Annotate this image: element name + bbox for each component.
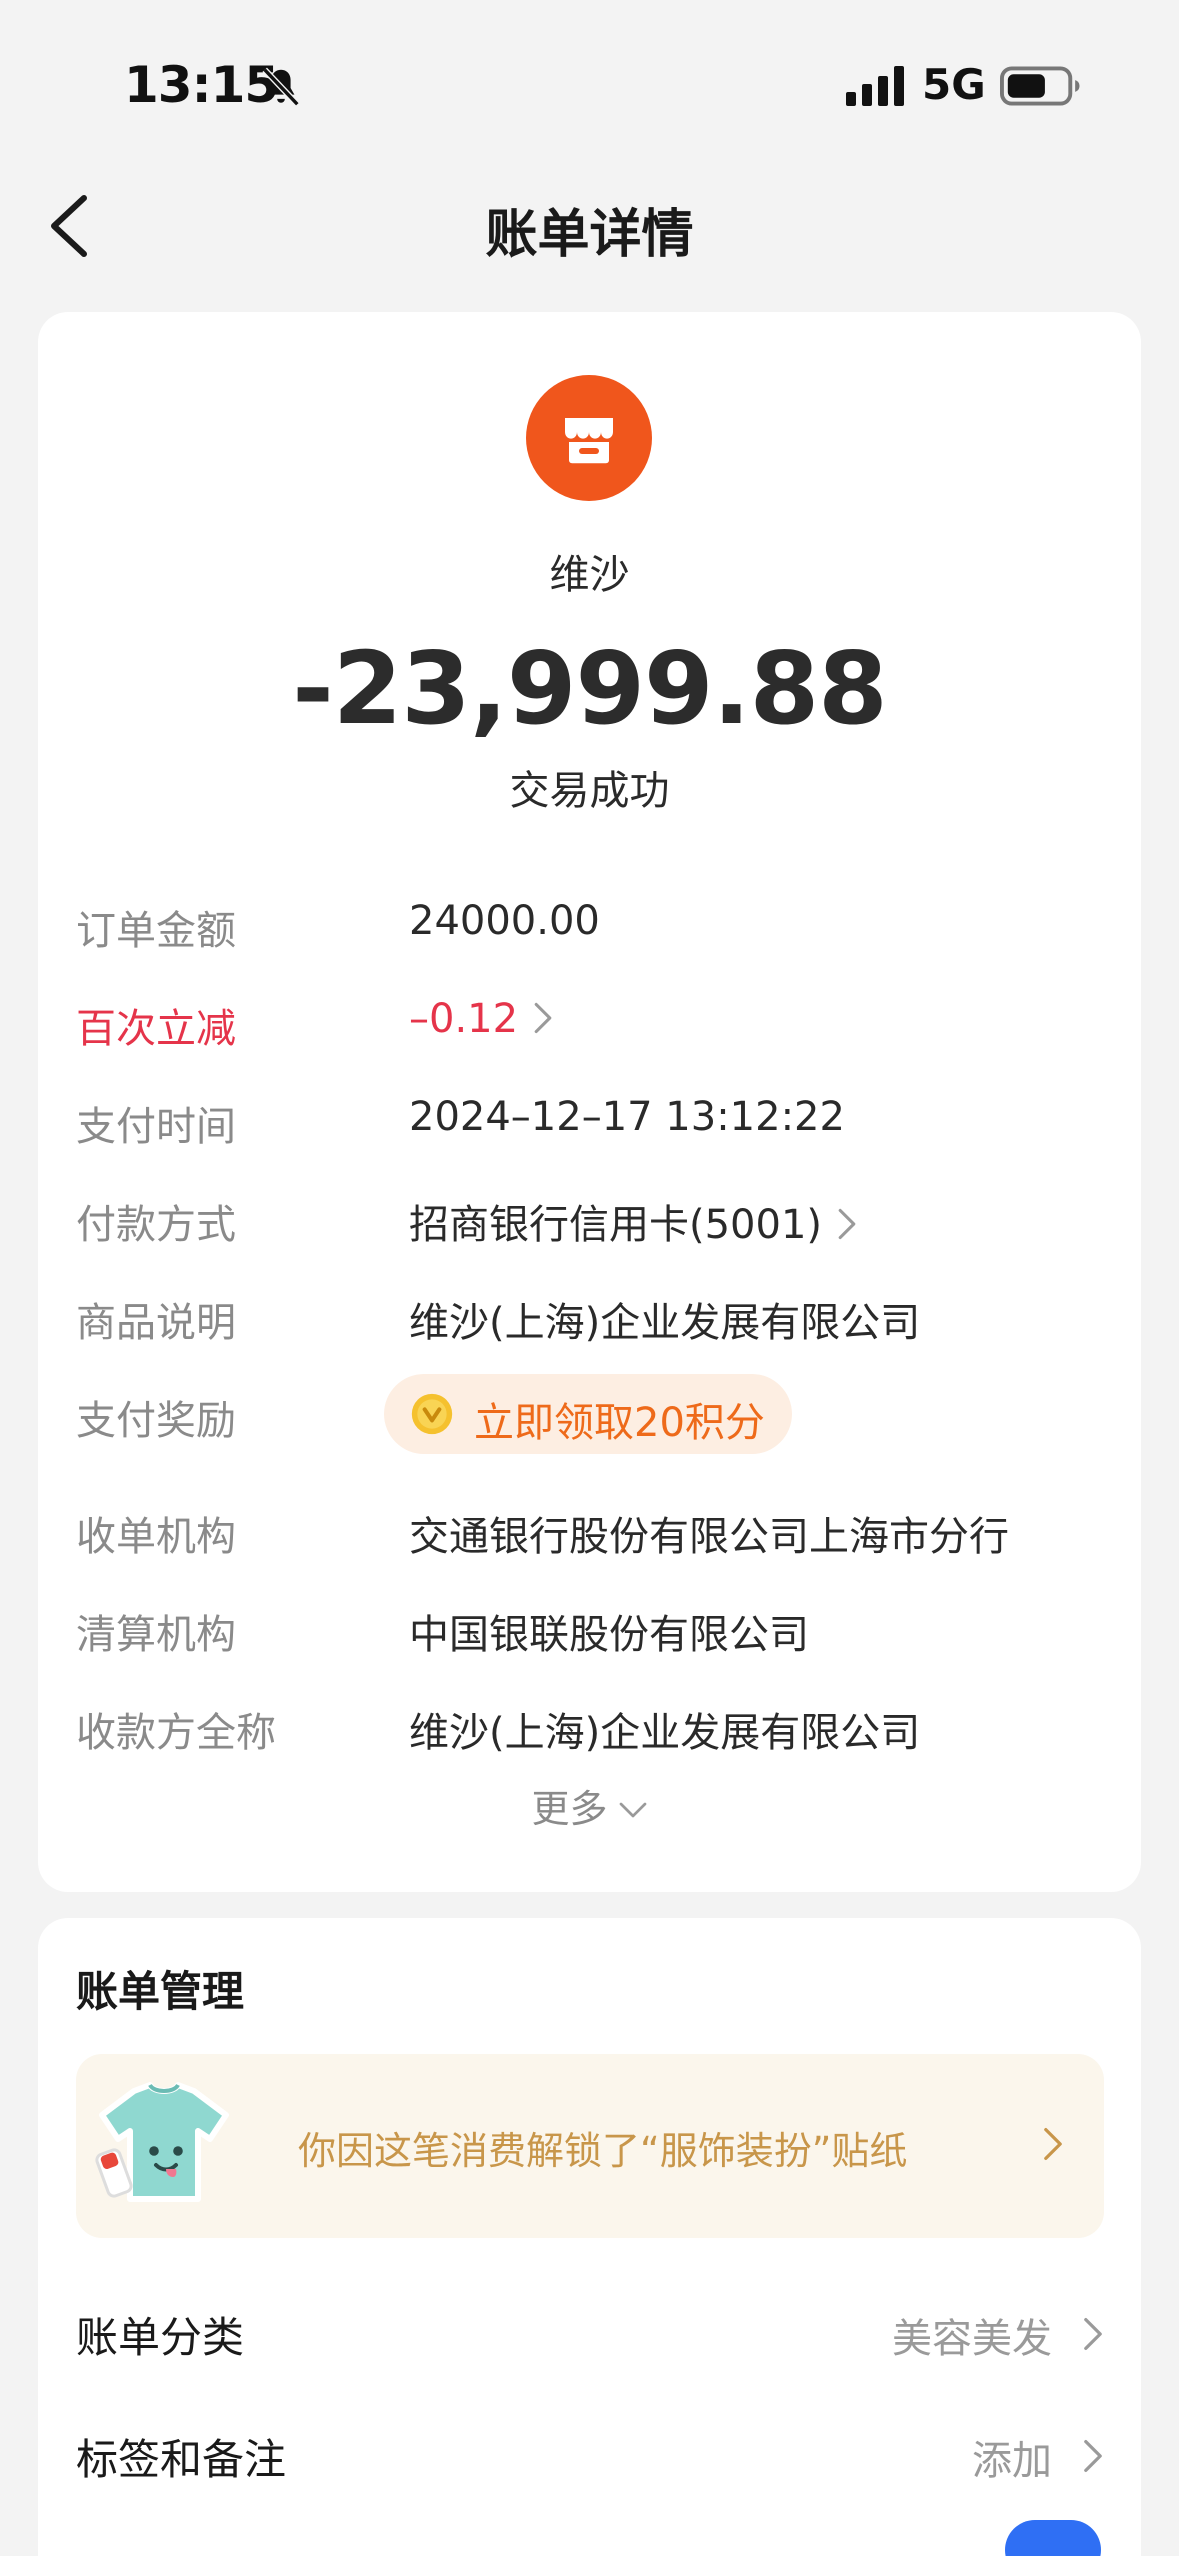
row-value: 2024–12–17 13:12:22	[409, 1094, 845, 1140]
row-label: 百次立减	[76, 1006, 236, 1052]
signal-icon	[846, 66, 904, 106]
row-reward: 支付奖励 立即领取20积分	[76, 1374, 1106, 1454]
toggle-switch[interactable]	[1005, 2520, 1101, 2556]
row-label: 商品说明	[76, 1300, 236, 1346]
row-discount[interactable]: 百次立减 –0.12	[76, 996, 1106, 1056]
bill-management-card: 账单管理 你因这笔消费解锁了“服饰装扮”贴纸 账单分类 美容美发 标签和备注 添…	[38, 1918, 1141, 2556]
category-value: 美容美发	[892, 2316, 1052, 2362]
row-tags-notes[interactable]: 标签和备注 添加	[76, 2418, 1104, 2488]
pay-method-value: 招商银行信用卡(5001)	[409, 1202, 823, 1248]
tshirt-sticker-icon	[95, 2082, 229, 2202]
row-value: 24000.00	[409, 898, 600, 944]
status-time: 13:15	[124, 56, 279, 114]
row-label: 收款方全称	[76, 1710, 276, 1756]
row-value: 维沙(上海)企业发展有限公司	[409, 1300, 921, 1346]
transaction-status: 交易成功	[509, 768, 670, 814]
row-pay-time: 支付时间 2024–12–17 13:12:22	[76, 1094, 1106, 1154]
reward-text: 立即领取20积分	[474, 1400, 765, 1446]
row-item-description: 商品说明 维沙(上海)企业发展有限公司	[76, 1290, 1106, 1350]
row-label: 付款方式	[76, 1202, 236, 1248]
bell-off-icon	[262, 67, 300, 107]
row-pay-method[interactable]: 付款方式 招商银行信用卡(5001)	[76, 1192, 1106, 1252]
row-acquirer: 收单机构 交通银行股份有限公司上海市分行	[76, 1504, 1106, 1564]
section-title: 账单管理	[76, 1967, 245, 2016]
battery-icon	[1000, 66, 1080, 106]
merchant-name: 维沙	[549, 552, 630, 598]
bill-detail-card: 维沙 -23,999.88 交易成功 订单金额 24000.00 百次立减 –0…	[38, 312, 1141, 1892]
row-value-wrap[interactable]: –0.12	[409, 996, 554, 1042]
row-payee: 收款方全称 维沙(上海)企业发展有限公司	[76, 1700, 1106, 1760]
row-value: 维沙(上海)企业发展有限公司	[409, 1710, 921, 1756]
row-value: 交通银行股份有限公司上海市分行	[409, 1514, 1009, 1560]
tags-label: 标签和备注	[76, 2435, 287, 2484]
discount-value: –0.12	[409, 996, 519, 1042]
tags-value: 添加	[972, 2438, 1052, 2484]
row-value: 中国银联股份有限公司	[409, 1612, 809, 1658]
row-value-wrap[interactable]: 招商银行信用卡(5001)	[409, 1192, 858, 1250]
chevron-right-icon	[1044, 2127, 1062, 2161]
chevron-right-icon	[1084, 2439, 1102, 2473]
row-label: 清算机构	[76, 1612, 236, 1658]
nav-bar: 账单详情	[0, 170, 1179, 285]
chevron-down-icon	[619, 1802, 646, 1818]
network-label: 5G	[922, 60, 986, 109]
row-order-amount: 订单金额 24000.00	[76, 898, 1106, 958]
row-label: 支付时间	[76, 1104, 236, 1150]
status-bar: 13:15 5G	[0, 0, 1179, 150]
page-title: 账单详情	[485, 205, 694, 265]
store-icon	[565, 418, 613, 464]
coin-icon	[411, 1393, 453, 1435]
claim-points-button[interactable]: 立即领取20积分	[384, 1374, 792, 1454]
transaction-amount: -23,999.88	[292, 630, 888, 747]
more-label: 更多	[531, 1787, 608, 1831]
sticker-banner[interactable]: 你因这笔消费解锁了“服饰装扮”贴纸	[76, 2054, 1104, 2238]
chevron-right-icon	[838, 1208, 856, 1240]
row-bill-category[interactable]: 账单分类 美容美发	[76, 2296, 1104, 2366]
sticker-text: 你因这笔消费解锁了“服饰装扮”贴纸	[298, 2129, 908, 2173]
category-label: 账单分类	[76, 2313, 245, 2362]
chevron-right-icon	[1084, 2317, 1102, 2351]
chevron-right-icon	[534, 1002, 552, 1034]
row-label: 订单金额	[76, 908, 236, 954]
row-label: 支付奖励	[76, 1398, 236, 1444]
row-clearing: 清算机构 中国银联股份有限公司	[76, 1602, 1106, 1662]
merchant-logo	[526, 375, 652, 501]
more-button[interactable]: 更多	[38, 1778, 1141, 1833]
row-label: 收单机构	[76, 1514, 236, 1560]
